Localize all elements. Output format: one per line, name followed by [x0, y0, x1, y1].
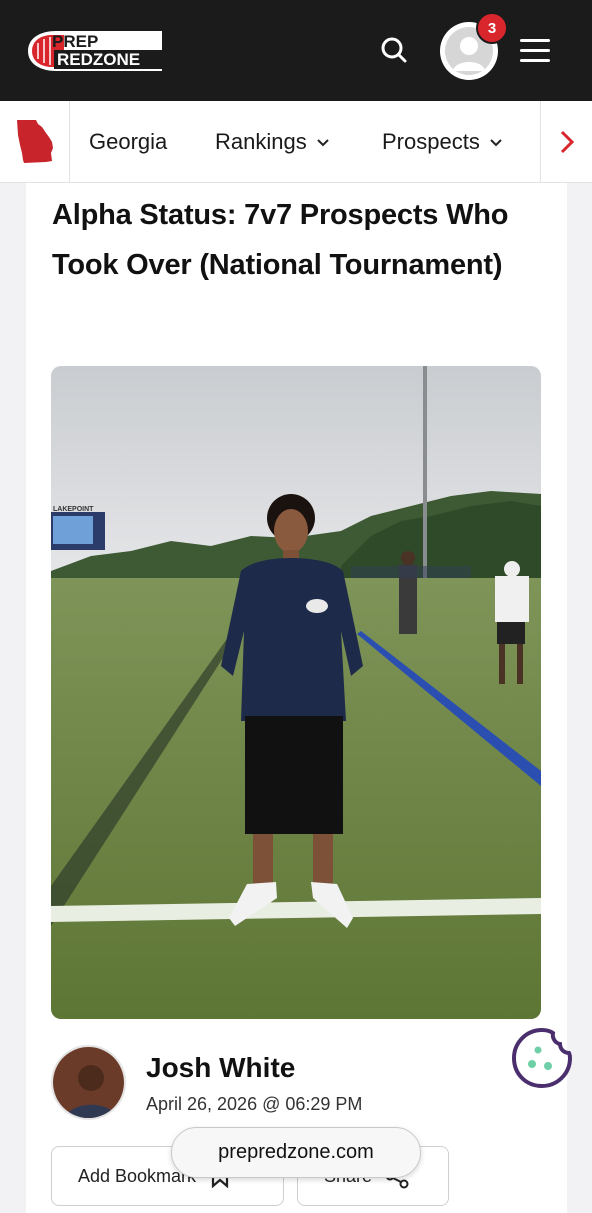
hamburger-menu-button[interactable] — [516, 32, 554, 68]
prep-redzone-logo[interactable]: PREP REDZONE — [24, 27, 166, 75]
logo-line2: REDZONE — [57, 50, 140, 69]
menu-icon-bar — [520, 49, 550, 52]
notification-badge[interactable]: 3 — [476, 12, 508, 44]
georgia-map-icon[interactable] — [0, 101, 70, 183]
search-button[interactable] — [374, 30, 414, 70]
publish-date: April 26, 2026 @ 06:29 PM — [146, 1094, 363, 1114]
section-nav: Georgia Rankings Prospects — [0, 101, 592, 183]
search-icon — [381, 37, 407, 63]
nav-item-rankings[interactable]: Rankings — [215, 101, 329, 183]
author-avatar[interactable] — [51, 1045, 126, 1120]
author-name[interactable]: Josh White — [146, 1052, 295, 1084]
scoreboard-sign: LAKEPOINT — [53, 506, 94, 513]
chevron-down-icon — [490, 135, 502, 150]
cookie-settings-button[interactable] — [510, 1026, 574, 1090]
chevron-right-icon — [560, 130, 574, 154]
nav-item-label: Georgia — [89, 129, 168, 154]
menu-icon-bar — [520, 39, 550, 42]
cookie-icon — [511, 1027, 573, 1089]
top-bar: PREP REDZONE 3 — [0, 0, 592, 101]
nav-scroll-right-button[interactable] — [540, 101, 592, 183]
nav-item-georgia[interactable]: Georgia — [89, 101, 167, 183]
browser-url-bar[interactable]: prepredzone.com — [171, 1127, 421, 1178]
article-hero-image[interactable]: LAKEPOINT — [51, 366, 541, 1019]
logo-line1: PREP — [52, 32, 98, 51]
article-title: Alpha Status: 7v7 Prospects Who Took Ove… — [52, 199, 509, 281]
menu-icon-bar — [520, 59, 550, 62]
chevron-down-icon — [317, 135, 329, 150]
nav-item-prospects[interactable]: Prospects — [382, 101, 502, 183]
nav-item-label: Prospects — [382, 129, 480, 154]
nav-item-label: Rankings — [215, 129, 307, 154]
